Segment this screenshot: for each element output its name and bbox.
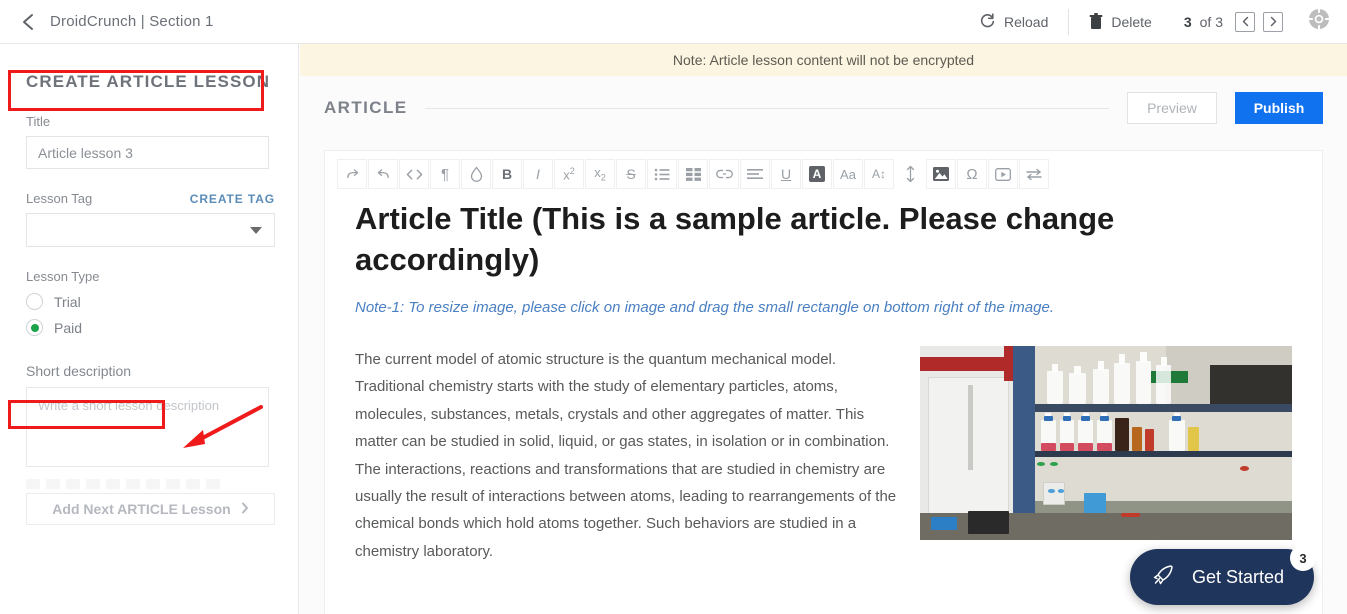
help-button[interactable] <box>1307 7 1331 36</box>
trash-icon <box>1089 13 1103 30</box>
align-icon[interactable] <box>740 159 770 189</box>
delete-group: Delete 3 of 3 <box>1069 0 1297 43</box>
font-size-icon[interactable]: A↕ <box>864 159 894 189</box>
article-body: The current model of atomic structure is… <box>355 345 1292 566</box>
publish-button[interactable]: Publish <box>1235 92 1323 124</box>
superscript-icon[interactable]: x2 <box>554 159 584 189</box>
divider <box>425 107 1109 109</box>
insert-video-icon[interactable] <box>988 159 1018 189</box>
article-image[interactable] <box>920 345 1292 540</box>
redo-icon[interactable] <box>337 159 367 189</box>
italic-icon[interactable]: I <box>523 159 553 189</box>
paragraph-icon[interactable]: ¶ <box>430 159 460 189</box>
insert-image-icon[interactable] <box>926 159 956 189</box>
title-input[interactable]: Article lesson 3 <box>26 136 269 169</box>
special-character-icon[interactable]: Ω <box>957 159 987 189</box>
get-started-widget[interactable]: Get Started 3 <box>1129 545 1316 605</box>
radio-trial-icon <box>26 293 43 310</box>
top-bar: DroidCrunch | Section 1 Reload Delete 3 … <box>0 0 1347 44</box>
chevron-right-icon <box>1269 14 1278 30</box>
code-icon[interactable] <box>399 159 429 189</box>
rocket-icon <box>1150 562 1176 593</box>
short-description-label: Short description <box>26 363 132 379</box>
pager-total: of 3 <box>1199 13 1223 30</box>
back-button[interactable] <box>18 12 38 32</box>
lesson-type-radio-trial[interactable]: Trial <box>26 293 272 310</box>
get-started-badge: 3 <box>1290 545 1316 571</box>
top-bar-actions: Reload Delete 3 of 3 <box>959 0 1347 43</box>
link-icon[interactable] <box>709 159 739 189</box>
reload-group: Reload <box>959 0 1068 43</box>
create-lesson-panel: CREATE ARTICLE LESSON Title Article less… <box>0 44 299 614</box>
subscript-icon[interactable]: x2 <box>585 159 615 189</box>
bold-icon[interactable]: B <box>492 159 522 189</box>
pager-current: 3 <box>1183 13 1192 30</box>
chevron-right-icon <box>241 501 249 517</box>
text-color-icon[interactable]: A <box>802 159 832 189</box>
article-heading: Article Title (This is a sample article.… <box>355 201 1115 277</box>
radio-trial-label: Trial <box>54 293 81 310</box>
delete-button[interactable]: Delete <box>1083 13 1157 30</box>
short-description-textarea[interactable]: Write a short lesson description <box>26 387 269 467</box>
reload-button[interactable]: Reload <box>973 13 1054 30</box>
pager: 3 of 3 <box>1183 11 1283 32</box>
lesson-type-label: Lesson Type <box>26 269 100 284</box>
preview-button[interactable]: Preview <box>1127 92 1217 124</box>
get-started-label: Get Started <box>1191 566 1284 587</box>
section-header: ARTICLE Preview Publish <box>300 76 1347 140</box>
chevron-left-icon <box>21 13 35 31</box>
underline-icon[interactable]: U <box>771 159 801 189</box>
lesson-tag-label: Lesson Tag <box>26 191 93 206</box>
editor-toolbar: ¶ B I x2 x2 S U A Aa A↕ Ω <box>325 151 1322 189</box>
add-next-article-lesson-button[interactable]: Add Next ARTICLE Lesson <box>26 493 275 525</box>
undo-icon[interactable] <box>368 159 398 189</box>
breadcrumb: DroidCrunch | Section 1 <box>50 13 214 30</box>
refresh-icon <box>979 13 996 30</box>
title-field-label: Title <box>26 114 51 129</box>
radio-paid-icon <box>26 319 43 336</box>
section-title: ARTICLE <box>324 98 408 117</box>
article-paragraph: The current model of atomic structure is… <box>355 350 897 560</box>
lesson-tag-select[interactable] <box>26 213 275 247</box>
radio-paid-label: Paid <box>54 319 83 336</box>
panel-title: CREATE ARTICLE LESSON <box>26 72 271 91</box>
reload-label: Reload <box>1004 13 1049 30</box>
clear-format-droplet-icon[interactable] <box>461 159 491 189</box>
horizontal-rule-icon[interactable] <box>1019 159 1049 189</box>
pager-next-button[interactable] <box>1263 11 1283 32</box>
chemistry-laboratory-photo <box>920 345 1292 540</box>
create-tag-button[interactable]: CREATE TAG <box>190 192 275 206</box>
lifebuoy-help-icon <box>1307 7 1331 36</box>
line-height-icon[interactable] <box>895 159 925 189</box>
chevron-down-icon <box>250 226 262 234</box>
note-banner: Note: Article lesson content will not be… <box>300 44 1347 76</box>
delete-label: Delete <box>1111 13 1152 30</box>
main-content: Note: Article lesson content will not be… <box>300 44 1347 614</box>
pager-prev-button[interactable] <box>1235 11 1255 32</box>
article-editor-card: ¶ B I x2 x2 S U A Aa A↕ Ω Article Title … <box>324 150 1323 614</box>
add-next-label: Add Next ARTICLE Lesson <box>52 501 231 517</box>
lesson-type-radio-paid[interactable]: Paid <box>26 319 272 336</box>
article-document[interactable]: Article Title (This is a sample article.… <box>325 189 1322 565</box>
font-family-icon[interactable]: Aa <box>833 159 863 189</box>
table-icon[interactable] <box>678 159 708 189</box>
strikethrough-icon[interactable]: S <box>616 159 646 189</box>
article-note: Note-1: To resize image, please click on… <box>355 298 1054 316</box>
hidden-field-placeholder <box>26 479 226 489</box>
bullet-list-icon[interactable] <box>647 159 677 189</box>
chevron-left-icon <box>1241 14 1250 30</box>
lesson-tag-header: Lesson Tag CREATE TAG <box>26 191 275 206</box>
